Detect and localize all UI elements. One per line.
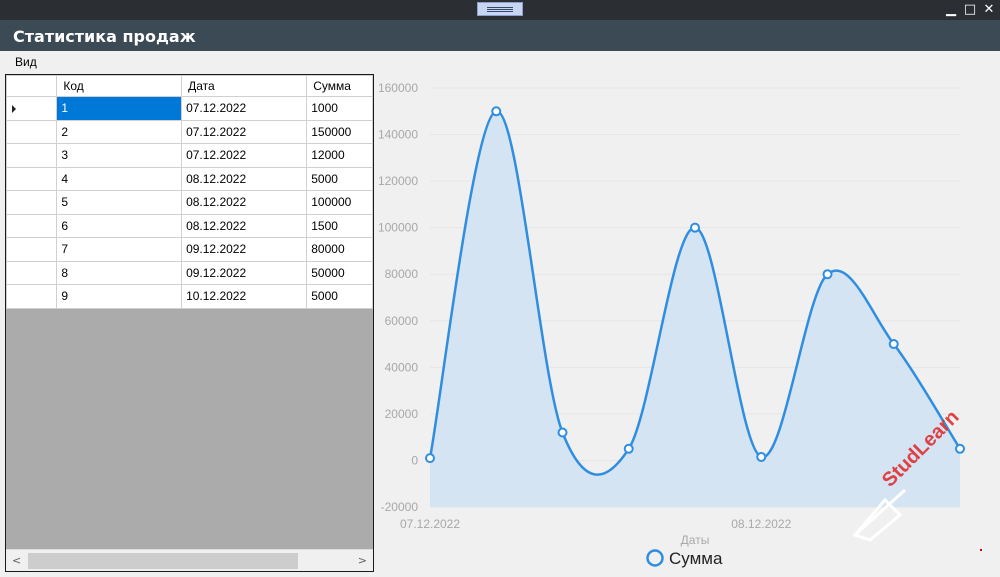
data-point (888, 339, 899, 350)
legend-label: Сумма (669, 549, 723, 568)
cell-date[interactable]: 09.12.2022 (181, 237, 308, 262)
data-point (756, 451, 767, 462)
data-point (690, 222, 700, 233)
x-axis-label: Даты (681, 533, 710, 547)
y-tick-label: 0 (411, 453, 418, 467)
cell-code[interactable]: 5 (56, 190, 183, 215)
y-tick-label: 20000 (385, 407, 419, 421)
cell-date[interactable]: 09.12.2022 (181, 260, 308, 285)
y-tick-label: 120000 (378, 174, 418, 188)
table-row[interactable]: 2 07.12.2022 150000 (6, 119, 373, 144)
row-header[interactable] (6, 284, 58, 309)
y-tick-label: 80000 (385, 267, 419, 281)
maximize-button[interactable]: □ (961, 1, 979, 19)
scrollbar-thumb[interactable] (28, 553, 298, 569)
y-tick-label: -20000 (381, 500, 419, 514)
cell-date[interactable]: 08.12.2022 (181, 213, 308, 238)
y-tick-label: 160000 (378, 81, 418, 95)
cell-date[interactable]: 08.12.2022 (181, 190, 308, 215)
scroll-left-arrow-icon[interactable]: < (12, 554, 21, 567)
minimize-button[interactable]: ▁ (942, 1, 960, 19)
column-header-date[interactable]: Дата (181, 75, 308, 97)
table-row[interactable]: 3 07.12.2022 12000 (6, 143, 373, 168)
x-tick-label: 07.12.2022 (400, 517, 460, 531)
cell-code[interactable]: 1 (56, 96, 183, 121)
column-header-sum[interactable]: Сумма (306, 75, 373, 97)
close-button[interactable]: ✕ (980, 1, 998, 19)
data-point (425, 453, 435, 464)
y-tick-label: 140000 (378, 128, 418, 142)
cell-code[interactable]: 2 (56, 119, 183, 144)
table-row[interactable]: 7 09.12.2022 80000 (6, 237, 373, 262)
y-tick-label: 60000 (385, 314, 419, 328)
cell-code[interactable]: 9 (56, 284, 183, 309)
marker-dot (980, 549, 982, 551)
row-header[interactable] (6, 96, 58, 121)
x-tick-label: 08.12.2022 (731, 517, 791, 531)
row-header[interactable] (6, 143, 58, 168)
cell-date[interactable]: 07.12.2022 (181, 119, 308, 144)
cell-date[interactable]: 07.12.2022 (181, 96, 308, 121)
cell-code[interactable]: 4 (56, 166, 183, 191)
table-row[interactable]: 5 08.12.2022 100000 (6, 190, 373, 215)
cell-sum[interactable]: 50000 (306, 260, 373, 285)
data-point (491, 106, 502, 117)
row-header-corner (6, 75, 58, 97)
table-row[interactable]: 8 09.12.2022 50000 (6, 260, 373, 285)
title-bar: Статистика продаж (0, 20, 1000, 51)
menu-bar: Вид (0, 51, 1000, 73)
cell-sum[interactable]: 150000 (306, 119, 373, 144)
table-row[interactable]: 6 08.12.2022 1500 (6, 213, 373, 238)
window-title: Статистика продаж (13, 27, 196, 46)
data-point (623, 443, 634, 454)
row-header[interactable] (6, 260, 58, 285)
table-row[interactable]: 4 08.12.2022 5000 (6, 166, 373, 191)
table-row[interactable]: 9 10.12.2022 5000 (6, 284, 373, 309)
cell-code[interactable]: 3 (56, 143, 183, 168)
cell-code[interactable]: 7 (56, 237, 183, 262)
data-point (822, 269, 833, 280)
cell-sum[interactable]: 80000 (306, 237, 373, 262)
y-tick-label: 100000 (378, 221, 418, 235)
row-header[interactable] (6, 213, 58, 238)
row-header[interactable] (6, 190, 58, 215)
current-row-arrow-icon (12, 105, 16, 113)
table-row[interactable]: 1 07.12.2022 1000 (6, 96, 373, 121)
column-header-code[interactable]: Код (56, 75, 183, 97)
row-header[interactable] (6, 237, 58, 262)
cell-sum[interactable]: 1000 (306, 96, 373, 121)
data-grid[interactable]: Код Дата Сумма 1 07.12.2022 1000 2 07.12.202… (5, 74, 374, 572)
cell-sum[interactable]: 12000 (306, 143, 373, 168)
cell-code[interactable]: 6 (56, 213, 183, 238)
cell-sum[interactable]: 100000 (306, 190, 373, 215)
cell-code[interactable]: 8 (56, 260, 183, 285)
table-header-row: Код Дата Сумма (6, 75, 373, 97)
data-point (557, 427, 568, 438)
cell-date[interactable]: 08.12.2022 (181, 166, 308, 191)
menu-item-view[interactable]: Вид (15, 55, 37, 69)
window-drag-handle[interactable] (477, 2, 523, 16)
os-top-bar: ▁ □ ✕ (0, 0, 1000, 20)
sales-table: Код Дата Сумма 1 07.12.2022 1000 2 07.12.202… (6, 75, 373, 309)
row-header[interactable] (6, 119, 58, 144)
scroll-right-arrow-icon[interactable]: > (358, 554, 367, 567)
horizontal-scrollbar[interactable]: < > (6, 549, 373, 571)
cell-sum[interactable]: 5000 (306, 166, 373, 191)
y-tick-label: 40000 (385, 360, 419, 374)
cell-sum[interactable]: 5000 (306, 284, 373, 309)
cell-date[interactable]: 10.12.2022 (181, 284, 308, 309)
row-header[interactable] (6, 166, 58, 191)
legend-marker-icon (646, 549, 664, 567)
cell-date[interactable]: 07.12.2022 (181, 143, 308, 168)
cell-sum[interactable]: 1500 (306, 213, 373, 238)
